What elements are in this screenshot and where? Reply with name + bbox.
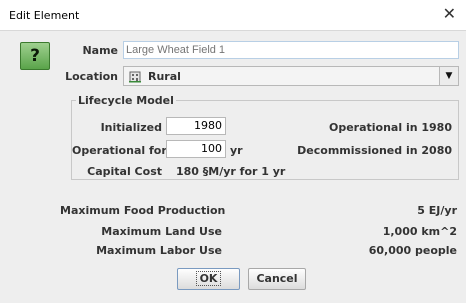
name-input[interactable]	[123, 41, 459, 59]
capital-cost-value: 180 §M/yr for 1 yr	[176, 165, 286, 178]
location-label: Location	[65, 70, 118, 83]
decommissioned-in-text: Decommissioned in 2080	[297, 144, 452, 157]
operational-in-text: Operational in 1980	[328, 121, 452, 134]
max-land-use-label: Maximum Land Use	[101, 225, 222, 238]
title-bar: Edit Element ✕	[0, 0, 466, 31]
operational-for-unit: yr	[230, 144, 243, 157]
capital-cost-label: Capital Cost	[87, 165, 162, 178]
operational-for-input[interactable]: 100	[166, 140, 226, 158]
window-title: Edit Element	[9, 9, 80, 22]
max-labor-use-label: Maximum Labor Use	[96, 244, 222, 257]
help-icon: ?	[20, 42, 50, 70]
location-value: Rural	[148, 70, 181, 83]
operational-for-label: Operational for	[72, 144, 167, 157]
close-icon[interactable]: ✕	[443, 6, 456, 22]
lifecycle-title: Lifecycle Model	[76, 94, 176, 107]
initialized-label: Initialized	[100, 121, 162, 134]
ok-button[interactable]: OK	[177, 268, 240, 290]
max-food-production-value: 5 EJ/yr	[417, 204, 457, 217]
ok-button-label: OK	[195, 271, 222, 286]
location-select[interactable]: Rural ▼	[123, 66, 459, 86]
max-land-use-value: 1,000 km^2	[382, 225, 457, 238]
rural-building-icon	[129, 71, 141, 83]
cancel-button[interactable]: Cancel	[248, 268, 306, 290]
max-food-production-label: Maximum Food Production	[60, 204, 226, 217]
initialized-input[interactable]: 1980	[166, 117, 226, 135]
max-labor-use-value: 60,000 people	[368, 244, 457, 257]
name-label: Name	[82, 44, 118, 57]
chevron-down-icon[interactable]: ▼	[439, 67, 458, 85]
